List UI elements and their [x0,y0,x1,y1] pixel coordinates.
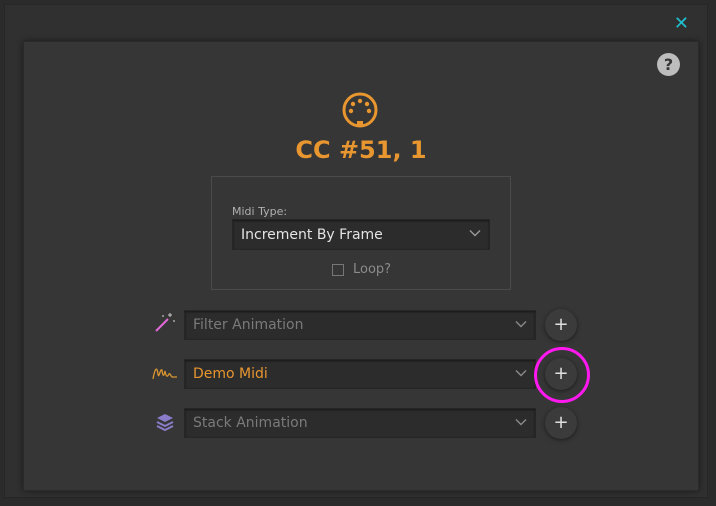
stack-animation-placeholder: Stack Animation [193,415,308,431]
filter-animation-placeholder: Filter Animation [193,317,304,333]
demo-midi-value: Demo Midi [193,366,268,382]
midi-type-value: Increment By Frame [241,227,383,243]
midi-mapping-dialog: ? CC #51, 1 Midi Type: Increment By Fram… [23,41,699,491]
chevron-down-icon [469,230,481,237]
chevron-down-icon [515,370,527,377]
dialog-title: CC #51, 1 [295,136,427,164]
midi-type-label: Midi Type: [232,205,288,218]
demo-midi-select[interactable]: Demo Midi [184,359,536,389]
chevron-down-icon [515,321,527,328]
midi-connector-icon [342,92,378,128]
midi-type-group: Midi Type: Increment By Frame Loop? [211,176,511,290]
add-filter-animation-button[interactable]: + [545,309,577,341]
stack-animation-select[interactable]: Stack Animation [184,408,536,438]
layers-stack-icon [156,414,174,432]
magic-wand-icon [155,313,175,332]
signature-wave-icon [152,368,177,380]
loop-label: Loop? [353,262,392,277]
add-stack-animation-button[interactable]: + [545,407,577,439]
midi-type-select[interactable]: Increment By Frame [232,219,490,250]
help-icon[interactable]: ? [657,53,680,76]
window: ✕ ? CC #51, 1 Midi Type: Increment By Fr… [4,4,708,498]
add-midi-button[interactable]: + [545,358,577,390]
loop-checkbox[interactable]: Loop? [332,262,391,277]
checkbox-box[interactable] [332,263,344,276]
chevron-down-icon [515,419,527,426]
filter-animation-select[interactable]: Filter Animation [184,310,536,340]
close-icon[interactable]: ✕ [674,15,689,33]
